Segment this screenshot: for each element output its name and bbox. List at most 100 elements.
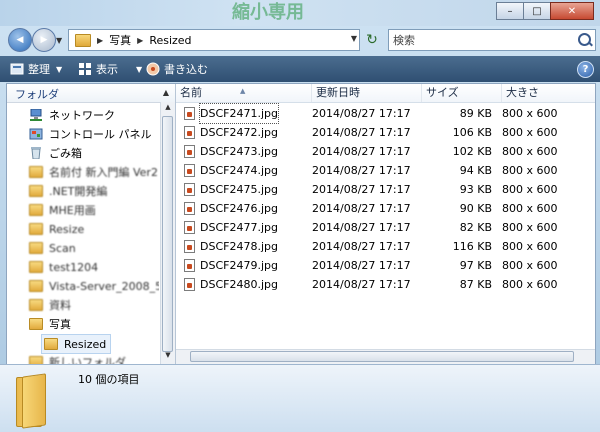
tree-item-photos[interactable]: 写真: [29, 315, 71, 333]
file-modified: 2014/08/27 17:17: [312, 240, 411, 253]
burn-button[interactable]: 書き込む: [146, 56, 208, 82]
title-bar[interactable]: 縮小専用 – □ ✕: [0, 0, 600, 26]
folder-front-shape: [22, 373, 46, 429]
caption-buttons: – □ ✕: [496, 2, 594, 20]
file-size: 90 KB: [459, 202, 492, 215]
table-row[interactable]: DSCF2476.jpg 2014/08/27 17:17 90 KB 800 …: [176, 199, 595, 218]
breadcrumb-separator-icon[interactable]: ▶: [137, 36, 143, 45]
file-name: DSCF2473.jpg: [200, 145, 278, 158]
tree-item-folder[interactable]: Vista-Server_2008_5: [29, 277, 159, 295]
tree-item-folder[interactable]: 新しいフォルダ: [29, 353, 126, 364]
file-size: 87 KB: [459, 278, 492, 291]
file-dimensions: 800 x 600: [502, 107, 558, 120]
table-row[interactable]: DSCF2473.jpg 2014/08/27 17:17 102 KB 800…: [176, 142, 595, 161]
recycle-bin-icon: [31, 147, 41, 159]
views-button[interactable]: 表示 ▼: [78, 56, 142, 82]
column-header-dimensions[interactable]: 大きさ: [502, 84, 595, 102]
file-list-scrollbar[interactable]: [176, 349, 595, 364]
forward-button[interactable]: ▶: [32, 28, 56, 52]
file-name-cell: DSCF2480.jpg: [184, 275, 278, 294]
folder-icon: [16, 371, 46, 429]
tree-item-label: ごみ箱: [49, 147, 82, 160]
search-icon[interactable]: [578, 33, 591, 46]
jpeg-file-icon: [184, 164, 195, 177]
file-dimensions: 800 x 600: [502, 183, 558, 196]
minimize-button[interactable]: –: [496, 2, 524, 20]
file-size: 102 KB: [452, 145, 492, 158]
breadcrumb-item-photos[interactable]: 写真: [109, 32, 131, 48]
views-icon: [79, 63, 91, 75]
chevron-up-icon[interactable]: ▲: [163, 88, 169, 97]
breadcrumb-separator-icon[interactable]: ▶: [97, 36, 103, 45]
close-button[interactable]: ✕: [550, 2, 594, 20]
tree-item-control-panel[interactable]: コントロール パネル: [29, 125, 152, 143]
file-dimensions: 800 x 600: [502, 278, 558, 291]
help-button[interactable]: ?: [577, 61, 594, 78]
file-name-cell: DSCF2476.jpg: [184, 199, 278, 218]
address-dropdown-icon[interactable]: ▼: [351, 34, 357, 43]
column-header-modified[interactable]: 更新日時: [312, 84, 422, 102]
tree-item-recycle-bin[interactable]: ごみ箱: [29, 144, 82, 162]
table-row[interactable]: DSCF2475.jpg 2014/08/27 17:17 93 KB 800 …: [176, 180, 595, 199]
file-name: DSCF2478.jpg: [200, 240, 278, 253]
address-bar[interactable]: ▶ 写真 ▶ Resized ▼: [68, 29, 360, 51]
forward-arrow-icon: ▶: [40, 35, 48, 45]
table-row[interactable]: DSCF2472.jpg 2014/08/27 17:17 106 KB 800…: [176, 123, 595, 142]
back-button[interactable]: ◀: [8, 28, 32, 52]
breadcrumb-item-resized[interactable]: Resized: [149, 34, 191, 47]
organize-icon: [10, 63, 24, 75]
folder-icon: [29, 204, 43, 216]
file-name-cell: DSCF2477.jpg: [184, 218, 278, 237]
refresh-button[interactable]: ↻: [362, 30, 382, 50]
tree-item-folder[interactable]: 名前付 新入門編 Ver2: [29, 163, 158, 181]
folders-header[interactable]: フォルダ ▲: [7, 84, 175, 103]
recent-pages-dropdown-icon[interactable]: ▼: [56, 36, 62, 45]
table-row[interactable]: DSCF2471.jpg 2014/08/27 17:17 89 KB 800 …: [176, 103, 595, 124]
jpeg-file-icon: [184, 107, 195, 120]
column-header-name[interactable]: ▲ 名前: [176, 84, 312, 102]
file-size: 82 KB: [459, 221, 492, 234]
tree-item-folder[interactable]: 資料: [29, 296, 71, 314]
table-row[interactable]: DSCF2478.jpg 2014/08/27 17:17 116 KB 800…: [176, 237, 595, 256]
file-modified: 2014/08/27 17:17: [312, 259, 411, 272]
tree-item-folder[interactable]: .NET開発編: [29, 182, 107, 200]
table-row[interactable]: DSCF2474.jpg 2014/08/27 17:17 94 KB 800 …: [176, 161, 595, 180]
file-name: DSCF2479.jpg: [200, 259, 278, 272]
chevron-down-icon[interactable]: ▼: [136, 65, 142, 74]
scroll-thumb[interactable]: [190, 351, 574, 362]
file-name-cell: DSCF2472.jpg: [184, 123, 278, 142]
tree-item-folder[interactable]: test1204: [29, 258, 98, 276]
file-size: 106 KB: [452, 126, 492, 139]
item-count: 10 個の項目: [78, 373, 140, 386]
scroll-thumb[interactable]: [162, 116, 173, 352]
column-header-size[interactable]: サイズ: [422, 84, 502, 102]
organize-button[interactable]: 整理 ▼: [10, 56, 62, 82]
scroll-down-icon[interactable]: ▼: [162, 351, 174, 363]
folder-icon: [29, 261, 43, 273]
tree-item-folder[interactable]: Resize: [29, 220, 84, 238]
jpeg-file-icon: [184, 221, 195, 234]
folder-icon: [29, 299, 43, 311]
table-row[interactable]: DSCF2480.jpg 2014/08/27 17:17 87 KB 800 …: [176, 275, 595, 294]
file-dimensions: 800 x 600: [502, 221, 558, 234]
tree-item-network[interactable]: ネットワーク: [29, 106, 115, 124]
tree-item-resized[interactable]: Resized: [41, 334, 112, 354]
tree-item-label: 写真: [49, 318, 71, 331]
file-list: ▲ 名前 更新日時 サイズ 大きさ DSCF2471.jpg 2014/08/2…: [176, 84, 595, 364]
jpeg-file-icon: [184, 240, 195, 253]
table-row[interactable]: DSCF2477.jpg 2014/08/27 17:17 82 KB 800 …: [176, 218, 595, 237]
search-input[interactable]: 検索: [388, 29, 596, 51]
file-name-cell: DSCF2479.jpg: [184, 256, 278, 275]
back-arrow-icon: ◀: [16, 35, 24, 45]
tree-item-folder[interactable]: MHE用画: [29, 201, 96, 219]
folder-icon: [29, 280, 43, 292]
maximize-button[interactable]: □: [523, 2, 551, 20]
tree-item-folder[interactable]: Scan: [29, 239, 76, 257]
scroll-up-icon[interactable]: ▲: [162, 103, 174, 115]
file-name-cell: DSCF2475.jpg: [184, 180, 278, 199]
table-row[interactable]: DSCF2479.jpg 2014/08/27 17:17 97 KB 800 …: [176, 256, 595, 275]
title-decoration: 縮小専用: [232, 2, 304, 23]
column-headers: ▲ 名前 更新日時 サイズ 大きさ: [176, 84, 595, 103]
folders-scrollbar[interactable]: ▲ ▼: [160, 102, 175, 364]
file-size: 94 KB: [459, 164, 492, 177]
